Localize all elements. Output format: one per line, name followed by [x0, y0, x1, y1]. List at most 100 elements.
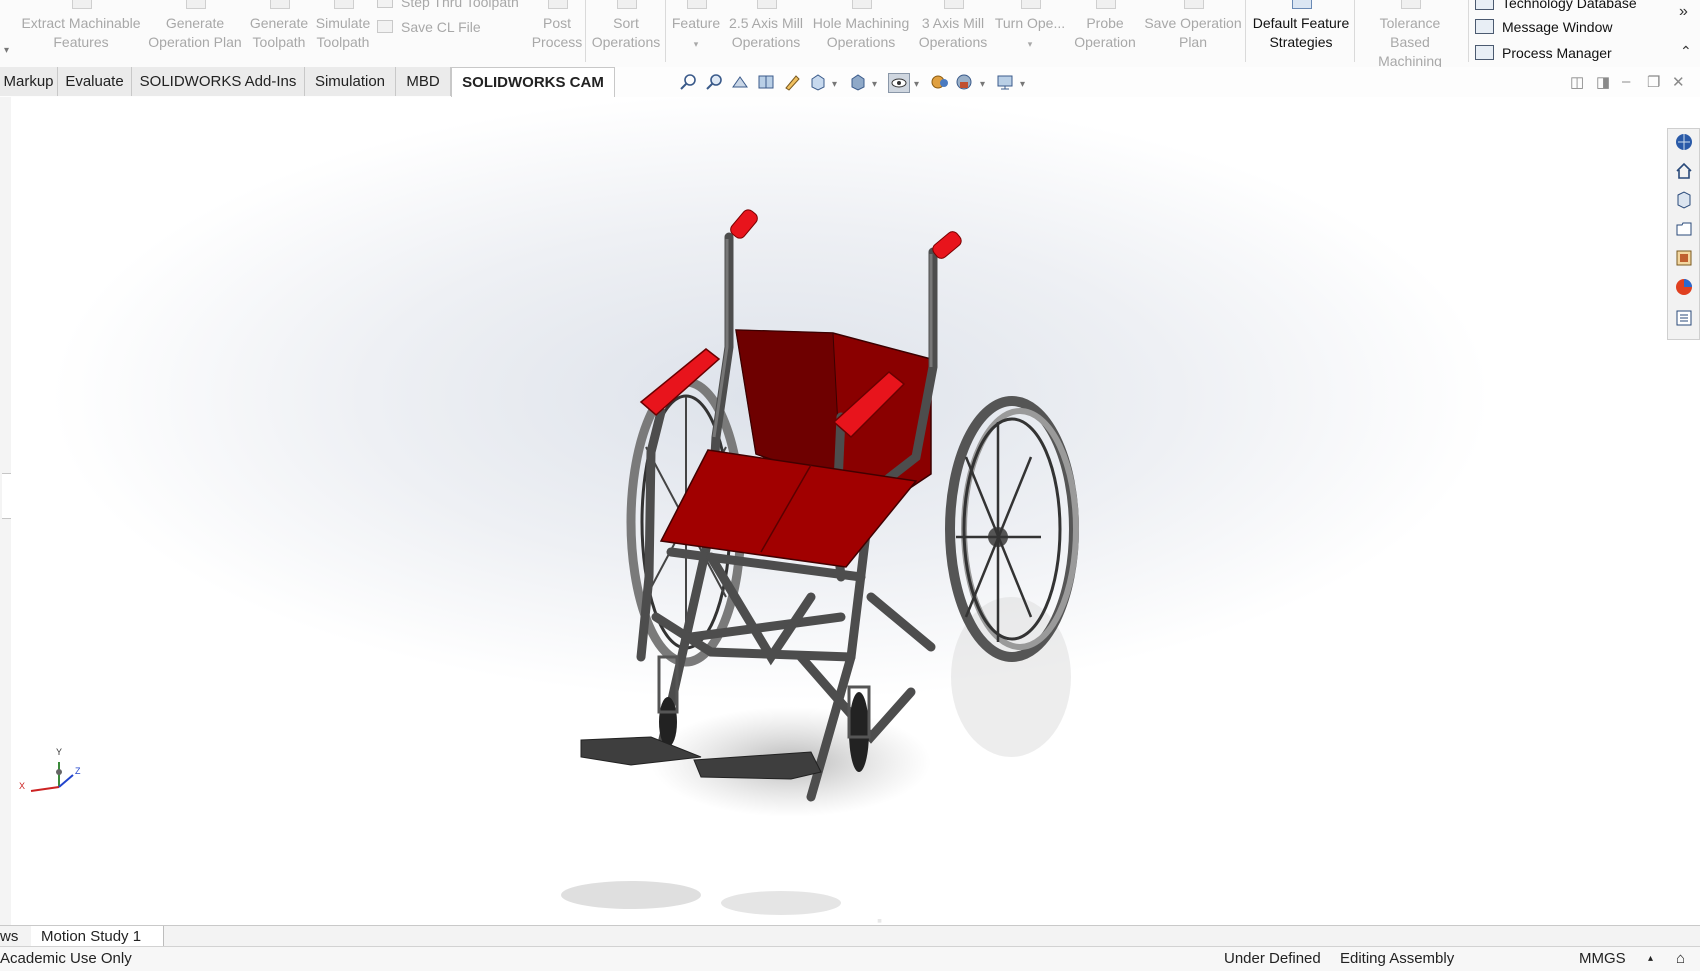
- ribbon-separator: [1354, 0, 1355, 62]
- command-ribbon: ▾ Extract Machinable Features Generate O…: [0, 0, 1700, 69]
- triad-x-label: X: [19, 781, 25, 791]
- ribbon-left-caret-icon[interactable]: ▾: [4, 45, 9, 56]
- save-operation-plan-button[interactable]: Save Operation Plan: [1142, 0, 1244, 62]
- message-window-button[interactable]: Message Window: [1475, 19, 1613, 35]
- axis-3-mill-operations-button[interactable]: 3 Axis Mill Operations: [915, 0, 991, 62]
- view-settings-monitor-icon[interactable]: [995, 73, 1015, 91]
- save-cl-file-button[interactable]: Save CL File: [377, 19, 481, 35]
- step-thru-icon: [377, 0, 393, 8]
- generate-toolpath-button[interactable]: Generate Toolpath: [248, 0, 310, 62]
- tab-solidworks-cam[interactable]: SOLIDWORKS CAM: [451, 67, 615, 98]
- editing-mode-status: Editing Assembly: [1340, 950, 1455, 967]
- display-style-icon[interactable]: [848, 73, 868, 91]
- collapse-ribbon-chevron-icon[interactable]: ⌃: [1680, 43, 1692, 60]
- save-plan-icon: [1184, 0, 1204, 9]
- previous-view-icon[interactable]: [730, 73, 750, 91]
- solidworks-resources-globe-icon[interactable]: [1675, 133, 1693, 151]
- zoom-to-area-icon[interactable]: [704, 73, 724, 91]
- custom-properties-icon[interactable]: [1675, 309, 1693, 327]
- process-manager-button[interactable]: Process Manager: [1475, 45, 1612, 61]
- step-thru-toolpath-button[interactable]: Step Thru Toolpath: [377, 0, 519, 10]
- extract-machinable-features-button[interactable]: Extract Machinable Features: [20, 0, 142, 62]
- ribbon-expand-chevron-icon[interactable]: »: [1679, 3, 1688, 21]
- tab-views[interactable]: ws: [0, 926, 34, 947]
- minimize-icon[interactable]: –: [1622, 73, 1630, 90]
- apply-scene-dropdown-icon[interactable]: ▾: [980, 79, 985, 90]
- ribbon-separator: [665, 0, 666, 62]
- technology-database-button[interactable]: Technology Database: [1475, 0, 1637, 11]
- edit-appearance-icon[interactable]: [930, 73, 950, 91]
- default-feature-strategies-button[interactable]: Default Feature Strategies: [1249, 0, 1353, 62]
- view-settings-dropdown-icon[interactable]: ▾: [1020, 79, 1025, 90]
- post-process-button[interactable]: Post Process: [530, 0, 584, 62]
- front-caster-right: [847, 685, 871, 772]
- feature-button[interactable]: Feature ▾: [668, 0, 724, 62]
- turn-operations-button[interactable]: Turn Ope... ▾: [994, 0, 1066, 62]
- tab-mbd[interactable]: MBD: [396, 67, 451, 96]
- design-library-icon[interactable]: [1675, 191, 1693, 209]
- unit-system-selector[interactable]: MMGS: [1579, 950, 1626, 967]
- feature-dropdown-icon[interactable]: ▾: [668, 33, 724, 55]
- apply-scene-icon[interactable]: [954, 73, 974, 91]
- view-orientation-dropdown-icon[interactable]: ▾: [832, 79, 837, 90]
- ribbon-separator: [585, 0, 586, 62]
- feature-icon: [687, 0, 707, 9]
- probe-operation-button[interactable]: Probe Operation: [1074, 0, 1136, 62]
- message-window-icon: [1475, 19, 1494, 34]
- appearances-scenes-icon[interactable]: [1675, 278, 1693, 296]
- status-bar: Academic Use Only Under Defined Editing …: [0, 946, 1700, 971]
- probe-icon: [1096, 0, 1116, 9]
- home-icon[interactable]: [1675, 162, 1693, 180]
- triad-x-axis: [30, 786, 60, 792]
- tab-markup[interactable]: Markup: [0, 67, 58, 96]
- triad-z-axis: [58, 774, 74, 788]
- simulate-icon: [334, 0, 354, 9]
- tolerance-based-machining-button[interactable]: Tolerance Based Machining: [1358, 0, 1462, 69]
- ribbon-separator: [1245, 0, 1246, 62]
- hole-machining-operations-button[interactable]: Hole Machining Operations: [810, 0, 912, 62]
- tab-evaluate[interactable]: Evaluate: [58, 67, 132, 96]
- dynamic-annotation-icon[interactable]: [782, 73, 802, 91]
- turn-icon: [1021, 0, 1041, 9]
- restore-icon[interactable]: ❐: [1647, 73, 1660, 91]
- simulate-toolpath-button[interactable]: Simulate Toolpath: [313, 0, 373, 62]
- generate-operation-plan-button[interactable]: Generate Operation Plan: [145, 0, 245, 62]
- triad-z-label: Z: [75, 766, 81, 776]
- close-icon[interactable]: ✕: [1672, 73, 1685, 91]
- coordinate-triad: Y X Z: [19, 747, 81, 792]
- technology-database-icon: [1475, 0, 1494, 10]
- post-process-icon: [548, 0, 568, 9]
- view-palette-icon[interactable]: [1675, 249, 1693, 267]
- hide-show-dropdown-icon[interactable]: ▾: [914, 79, 919, 90]
- unit-system-caret-icon[interactable]: ▴: [1648, 953, 1653, 964]
- ribbon-separator: [1468, 0, 1469, 62]
- file-explorer-folder-icon[interactable]: [1675, 220, 1693, 238]
- graphics-area[interactable]: Y X Z: [11, 97, 1700, 925]
- wheelchair-model[interactable]: Y X Z: [11, 97, 1700, 925]
- tab-motion-study-1[interactable]: Motion Study 1: [31, 926, 165, 947]
- extract-features-icon: [72, 0, 92, 9]
- save-cl-icon: [377, 20, 393, 33]
- hole-machining-icon: [852, 0, 872, 9]
- quick-tips-icon[interactable]: ⌂: [1676, 950, 1685, 967]
- task-pane-bar: [1667, 128, 1700, 340]
- triad-y-label: Y: [56, 747, 62, 757]
- turn-dropdown-icon[interactable]: ▾: [994, 33, 1066, 55]
- view-orientation-icon[interactable]: [808, 73, 828, 91]
- definition-status: Under Defined: [1224, 950, 1321, 967]
- toolpath-icon: [270, 0, 290, 9]
- tab-solidworks-add-ins[interactable]: SOLIDWORKS Add-Ins: [132, 67, 305, 96]
- section-view-icon[interactable]: [756, 73, 776, 91]
- axis-25-mill-operations-button[interactable]: 2.5 Axis Mill Operations: [727, 0, 805, 62]
- operation-plan-icon: [186, 0, 206, 9]
- tab-simulation[interactable]: Simulation: [305, 67, 396, 96]
- strategies-gear-icon: [1292, 0, 1312, 9]
- ground-shadow: [561, 881, 701, 909]
- tile-left-icon[interactable]: ◫: [1570, 73, 1584, 91]
- zoom-to-fit-icon[interactable]: [678, 73, 698, 91]
- triad-origin: [56, 769, 62, 775]
- hide-show-items-icon[interactable]: [888, 73, 910, 93]
- sort-operations-button[interactable]: Sort Operations: [590, 0, 662, 62]
- display-style-dropdown-icon[interactable]: ▾: [872, 79, 877, 90]
- tile-right-icon[interactable]: ◨: [1596, 73, 1610, 91]
